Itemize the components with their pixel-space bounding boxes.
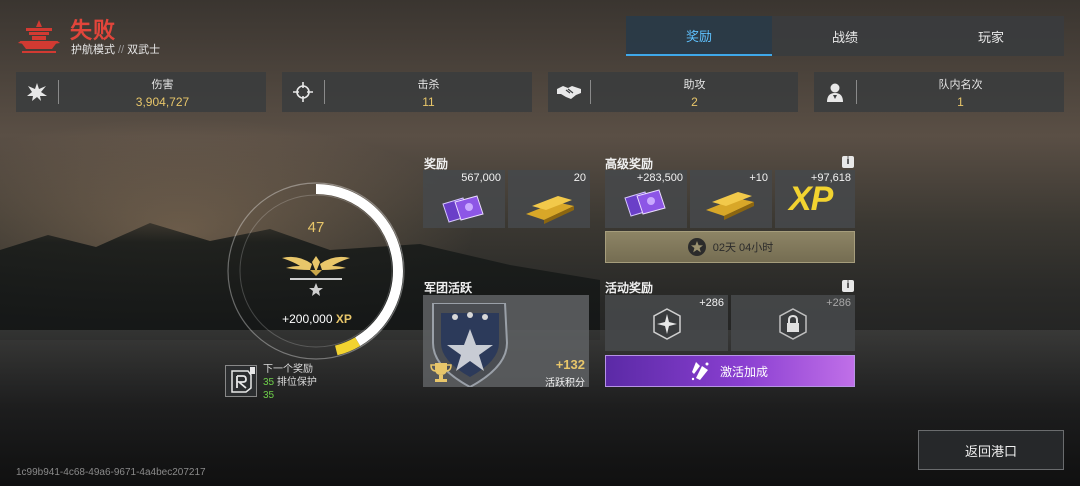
game-submode: 双武士: [127, 44, 161, 56]
event-reward-locked-card[interactable]: +286: [731, 295, 855, 351]
rank-wings-icon: [280, 250, 352, 296]
handshake-icon: [548, 83, 590, 101]
crosshair-icon: [282, 81, 324, 103]
event-info-icon[interactable]: i: [842, 280, 854, 292]
premium-info-icon[interactable]: i: [842, 156, 854, 168]
activate-boost-button[interactable]: 激活加成: [605, 355, 855, 387]
legion-activity-title: 军团活跃: [424, 281, 473, 295]
credits-icon: [442, 195, 484, 223]
tab-players[interactable]: 玩家: [918, 16, 1064, 56]
boost-icon: [691, 362, 709, 381]
event-reward-compass-card[interactable]: +286: [605, 295, 728, 351]
premium-credits-card[interactable]: +283,500: [605, 170, 687, 228]
credits-icon: [624, 189, 666, 217]
result-tabs: 奖励 战绩 玩家: [626, 16, 1064, 56]
stat-label: 击杀: [417, 78, 440, 91]
next-reward-text: 排位保护: [276, 377, 317, 388]
premium-xp-card[interactable]: +97,618 XP: [775, 170, 855, 228]
next-reward-number-2: 35: [263, 390, 275, 401]
reward-count: +286: [699, 297, 724, 309]
premium-timer-text: 02天 04小时: [712, 242, 774, 254]
stat-label: 队内名次: [938, 78, 983, 91]
reward-count: +283,500: [636, 172, 683, 184]
reward-gold-card[interactable]: 20: [508, 170, 590, 228]
gold-bars-icon: [526, 196, 574, 224]
mode-separator: //: [118, 44, 125, 56]
next-reward-number: 35: [263, 377, 275, 388]
premium-gold-card[interactable]: +10: [690, 170, 772, 228]
rank-person-icon: [814, 81, 856, 103]
activate-boost-label: 激活加成: [720, 364, 769, 379]
stat-value: 1: [957, 94, 964, 109]
gold-bars-icon: [706, 192, 754, 220]
stat-assists: 助攻 2: [548, 72, 798, 112]
legion-activity-card[interactable]: +132 活跃积分: [423, 295, 589, 389]
rank-protection-icon[interactable]: [225, 365, 257, 397]
reward-credits-card[interactable]: 567,000: [423, 170, 505, 228]
explosion-icon: [16, 82, 58, 102]
player-level: 47: [307, 219, 325, 236]
game-mode: 护航模式: [71, 44, 115, 56]
stat-damage: 伤害 3,904,727: [16, 72, 266, 112]
next-reward-title: 下一个奖励: [263, 364, 313, 375]
stat-label: 伤害: [151, 78, 174, 91]
stat-team-rank: 队内名次 1: [814, 72, 1064, 112]
return-to-port-button[interactable]: 返回港口: [918, 430, 1064, 470]
next-reward-info: 下一个奖励 35 排位保护 35: [263, 363, 317, 402]
compass-badge-icon: [653, 308, 681, 340]
stat-kills: 击杀 11: [282, 72, 532, 112]
premium-timer-bar[interactable]: 02天 04小时: [605, 231, 855, 263]
ship-emblem-icon: [16, 17, 62, 57]
premium-star-icon: [687, 238, 706, 256]
earned-xp-unit: XP: [335, 312, 352, 326]
reward-count: +10: [749, 172, 768, 184]
stat-label: 助攻: [683, 78, 706, 91]
reward-count: 567,000: [461, 172, 501, 184]
lock-badge-icon: [779, 308, 807, 340]
event-rewards-title: 活动奖励: [605, 281, 654, 295]
xp-icon: XP: [789, 180, 833, 218]
trophy-icon: [430, 363, 452, 382]
stat-value: 3,904,727: [135, 94, 190, 109]
tab-record[interactable]: 战绩: [772, 16, 918, 56]
stat-value: 11: [422, 94, 435, 109]
game-mode-line: 护航模式//双武士: [71, 41, 160, 57]
match-id: 1c99b941-4c68-49a6-9671-4a4bec207217: [16, 467, 206, 478]
tab-rewards[interactable]: 奖励: [626, 16, 772, 56]
legion-activity-value: +132: [555, 357, 585, 372]
reward-count: +286: [826, 297, 851, 309]
earned-xp: +200,000 XP: [262, 312, 372, 326]
stat-value: 2: [691, 94, 698, 109]
legion-activity-label: 活跃积分: [545, 378, 585, 389]
earned-xp-value: +200,000: [282, 312, 333, 326]
reward-count: 20: [573, 172, 586, 184]
